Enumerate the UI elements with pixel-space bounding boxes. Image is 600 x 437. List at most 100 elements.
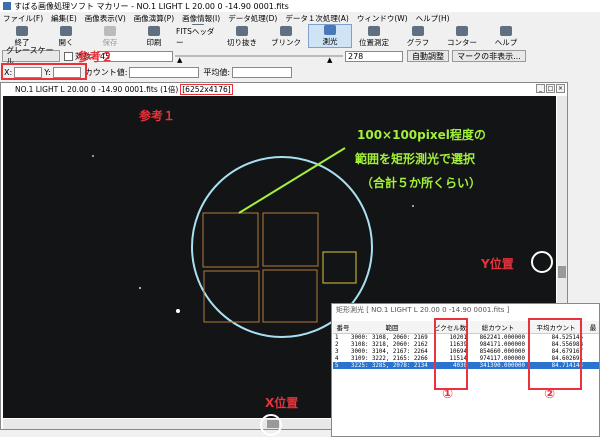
- star: [139, 287, 141, 289]
- table-cell: 3: [335, 348, 339, 355]
- circle-2-label: ②: [544, 387, 556, 402]
- toolbar-label: FITSヘッダー: [176, 27, 215, 47]
- close-icon[interactable]: ×: [556, 84, 565, 93]
- menu-item-6[interactable]: データ１次処理(A): [285, 13, 348, 24]
- image-window-title: NO.1 LIGHT L 20.00 0 -14.90 0001.fits (1…: [15, 84, 179, 94]
- column-header[interactable]: 最: [587, 322, 599, 332]
- toolbar-button-7[interactable]: 測光: [308, 24, 352, 48]
- photometry-rect-3: [203, 270, 260, 323]
- result-window-title: 矩形測光 [ NO.1 LIGHT L 20.00 0 -14.90 0001.…: [336, 305, 510, 314]
- toolbar-button-4[interactable]: FITSヘッダー: [176, 24, 220, 48]
- table-cell: 3109: 3222, 2165: 2266: [351, 355, 428, 362]
- table-cell: 984171.000000: [479, 341, 525, 348]
- toolbar-button-8[interactable]: 位置測定: [352, 24, 396, 48]
- save-icon: [104, 26, 116, 36]
- max-value-field[interactable]: 278: [345, 50, 403, 62]
- menu-item-7[interactable]: ウィンドウ(W): [357, 13, 408, 24]
- toolbar-label: 印刷: [146, 38, 162, 47]
- toolbar: 終了 開く 保存 印刷 FITSヘッダー 切り抜き ブリンク 測光 位置測定 グラフ コンター ヘルプ: [0, 24, 600, 48]
- help-icon: [500, 26, 512, 36]
- menu-item-5[interactable]: データ処理(D): [228, 13, 277, 24]
- toolbar-label: 保存: [102, 38, 118, 47]
- table-cell: 974117.000000: [479, 355, 525, 362]
- table-cell: 2: [335, 341, 339, 348]
- toolbar-label: 測光: [322, 37, 338, 46]
- toolbar-button-5[interactable]: 切り抜き: [220, 24, 264, 48]
- graph-icon: [412, 26, 424, 36]
- menu-item-3[interactable]: 画像演算(P): [134, 13, 174, 24]
- count-value: [129, 66, 200, 78]
- image-window-titlebar: NO.1 LIGHT L 20.00 0 -14.90 0001.fits (1…: [1, 83, 567, 95]
- toolbar-button-9[interactable]: グラフ: [396, 24, 440, 48]
- photometry-rect-5: [322, 251, 357, 284]
- column-header[interactable]: 範囲: [351, 322, 433, 332]
- maximize-icon[interactable]: □: [546, 84, 555, 93]
- photometry-rect-1: [202, 212, 259, 268]
- menu-item-1[interactable]: 編集(E): [51, 13, 77, 24]
- rect-photometry-window: 矩形測光 [ NO.1 LIGHT L 20.00 0 -14.90 0001.…: [331, 303, 600, 437]
- menu-item-0[interactable]: ファイル(F): [3, 13, 43, 24]
- table-cell: 1: [335, 334, 339, 341]
- min-slider-handle[interactable]: ▲: [177, 56, 182, 64]
- menu-bar: ファイル(F) 編集(E) 画像表示(V) 画像演算(P) 画像情報(I) データ処理(D…: [0, 12, 600, 24]
- table-cell: 3000: 3104, 2167: 2264: [351, 348, 428, 355]
- toolbar-label: ブリンク: [271, 38, 301, 47]
- table-cell: 3000: 3108, 2060: 2169: [351, 334, 428, 341]
- exit-icon: [16, 26, 28, 36]
- toolbar-label: 切り抜き: [227, 38, 257, 47]
- fits-header-icon: [192, 24, 204, 25]
- log-checkbox[interactable]: [64, 51, 73, 61]
- toolbar-label: コンター: [447, 38, 477, 47]
- toolbar-label: グラフ: [406, 38, 430, 47]
- blink-icon: [280, 26, 292, 36]
- minimize-icon[interactable]: _: [536, 84, 545, 93]
- note-line-3: （合計５か所くらい）: [361, 176, 482, 190]
- photometry-rect-2: [262, 212, 319, 267]
- photometry-icon: [324, 25, 336, 35]
- grayscale-button[interactable]: グレースケール: [2, 46, 60, 66]
- note-line-2: 範囲を矩形測光で選択: [355, 152, 476, 166]
- table-cell: 854660.000000: [479, 348, 525, 355]
- circle-1-label: ①: [442, 387, 454, 402]
- star: [92, 155, 94, 157]
- x-position-marker: [260, 414, 282, 436]
- app-icon: [3, 2, 11, 10]
- toolbar-button-2[interactable]: 保存: [88, 24, 132, 48]
- menu-item-4[interactable]: 画像情報(I): [182, 13, 220, 24]
- column-header[interactable]: 番号: [333, 322, 351, 332]
- table-cell: 862241.000000: [479, 334, 525, 341]
- print-icon: [148, 26, 160, 36]
- column-header[interactable]: 総カウント: [471, 322, 529, 332]
- bright-star: [176, 309, 180, 313]
- toolbar-button-3[interactable]: 印刷: [132, 24, 176, 48]
- ref1-annotation: 参考１: [139, 109, 176, 123]
- max-slider-handle[interactable]: ▲: [327, 56, 332, 64]
- image-size-label: [6252x4176]: [180, 83, 233, 95]
- x-position-label: X位置: [265, 396, 299, 410]
- avg-count-highlight: [528, 318, 582, 390]
- range-slider[interactable]: ▲ ▲: [175, 51, 343, 64]
- toolbar-button-11[interactable]: ヘルプ: [484, 24, 528, 48]
- y-position-marker: [531, 251, 553, 273]
- menu-item-8[interactable]: ヘルプ(H): [416, 13, 450, 24]
- toolbar-label: 開く: [58, 38, 74, 47]
- pixel-count-highlight: [434, 318, 468, 390]
- window-title: すばる画像処理ソフト マカリー - NO.1 LIGHT L 20.00 0 -…: [14, 1, 289, 11]
- vertical-scroll-thumb[interactable]: [558, 266, 566, 278]
- toolbar-label: ヘルプ: [494, 38, 518, 47]
- average-label: 平均値:: [203, 67, 231, 77]
- note-line-1: 100×100pixel程度の: [357, 128, 486, 142]
- table-cell: 4: [335, 355, 339, 362]
- toolbar-button-6[interactable]: ブリンク: [264, 24, 308, 48]
- table-cell: 3108: 3218, 2060: 2162: [351, 341, 428, 348]
- toolbar-button-10[interactable]: コンター: [440, 24, 484, 48]
- star: [412, 205, 414, 207]
- table-cell: 3225: 3285, 2078: 2134: [351, 362, 428, 369]
- table-cell: 341390.000000: [479, 362, 525, 369]
- menu-item-2[interactable]: 画像表示(V): [85, 13, 126, 24]
- auto-adjust-button[interactable]: 自動調整: [407, 50, 449, 62]
- title-bar: すばる画像処理ソフト マカリー - NO.1 LIGHT L 20.00 0 -…: [0, 0, 600, 12]
- hide-marker-button[interactable]: マークの非表示...: [452, 50, 526, 62]
- open-icon: [60, 26, 72, 36]
- xy-highlight: [1, 63, 87, 80]
